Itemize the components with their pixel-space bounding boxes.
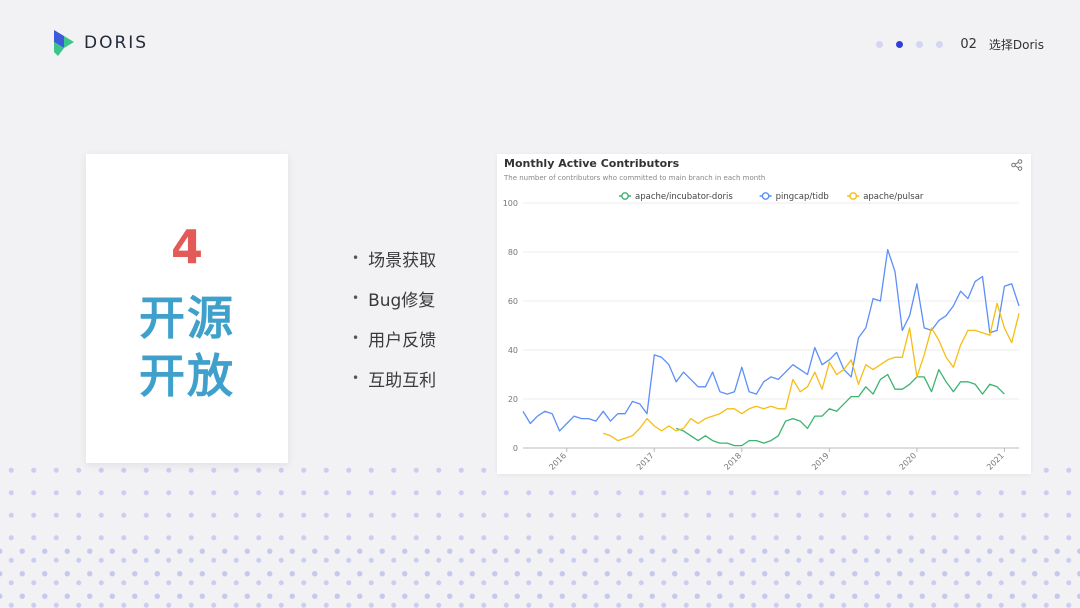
card-number: 4 <box>170 220 203 274</box>
x-tick-label: 2020 <box>898 451 919 472</box>
section-label: 选择Doris <box>988 38 1044 52</box>
line-chart: 0 20 40 60 80 100 2016 2017 2018 2019 2020 2021 apac… <box>503 192 1020 472</box>
legend-swatch-marker <box>621 192 629 200</box>
bullet-icon: • <box>352 251 360 265</box>
bullet-item: • 场景获取 <box>352 238 436 278</box>
series-line <box>675 368 1005 447</box>
brand-name: DORIS <box>84 33 149 53</box>
x-tick-label: 2018 <box>722 451 743 472</box>
legend-label: apache/pulsar <box>863 192 924 202</box>
pager-dot-2-active[interactable] <box>896 41 904 48</box>
doris-logo-icon <box>54 30 74 56</box>
bullet-icon: • <box>352 371 360 385</box>
y-tick-label: 40 <box>508 346 518 355</box>
brand-logo: DORIS <box>52 28 148 58</box>
x-tick-label: 2016 <box>547 451 568 472</box>
legend-swatch-marker <box>761 192 770 200</box>
chart-card: 0 20 40 60 80 100 2016 2017 2018 2019 2020 2021 apac… <box>497 154 1031 474</box>
dot-pattern-background-dense <box>0 540 1080 608</box>
bullet-icon: • <box>352 331 360 345</box>
highlight-card: 4 开源 开放 <box>86 154 288 463</box>
pager-dot-3[interactable] <box>916 41 924 48</box>
pager-dot-4[interactable] <box>936 41 944 48</box>
card-line-1: 开源 <box>139 291 235 345</box>
series-line <box>522 248 1020 432</box>
page-number: 02 <box>960 37 977 52</box>
card-line-2: 开放 <box>139 349 235 403</box>
x-tick-label: 2017 <box>635 451 656 472</box>
slide-pager: 02 选择Doris <box>876 36 1044 53</box>
bullet-text: Bug修复 <box>368 290 436 311</box>
y-tick-label: 20 <box>508 395 518 404</box>
share-icon[interactable] <box>1011 159 1023 174</box>
legend-label: apache/incubator-doris <box>635 192 733 202</box>
series-line <box>602 302 1020 442</box>
chart-subtitle: The number of contributors who committed… <box>504 174 766 182</box>
y-tick-label: 0 <box>513 444 518 453</box>
bullet-text: 互助互利 <box>368 370 437 391</box>
y-tick-label: 100 <box>503 199 518 208</box>
bullet-item: • 互助互利 <box>352 358 436 398</box>
x-tick-label: 2019 <box>810 451 831 472</box>
bullet-item: • 用户反馈 <box>352 318 436 358</box>
bullet-icon: • <box>352 291 360 305</box>
legend-label: pingcap/tidb <box>776 192 829 202</box>
y-tick-label: 80 <box>508 248 518 257</box>
x-tick-label: 2021 <box>985 451 1006 472</box>
bullet-text: 场景获取 <box>368 250 437 271</box>
bullet-list: • 场景获取 • Bug修复 • 用户反馈 • 互助互利 <box>352 238 436 398</box>
pager-dot-1[interactable] <box>876 41 884 48</box>
bullet-item: • Bug修复 <box>352 278 436 318</box>
bullet-text: 用户反馈 <box>368 330 437 351</box>
y-tick-label: 60 <box>508 297 518 306</box>
chart-title: Monthly Active Contributors <box>504 157 680 170</box>
legend-swatch-marker <box>849 192 858 200</box>
